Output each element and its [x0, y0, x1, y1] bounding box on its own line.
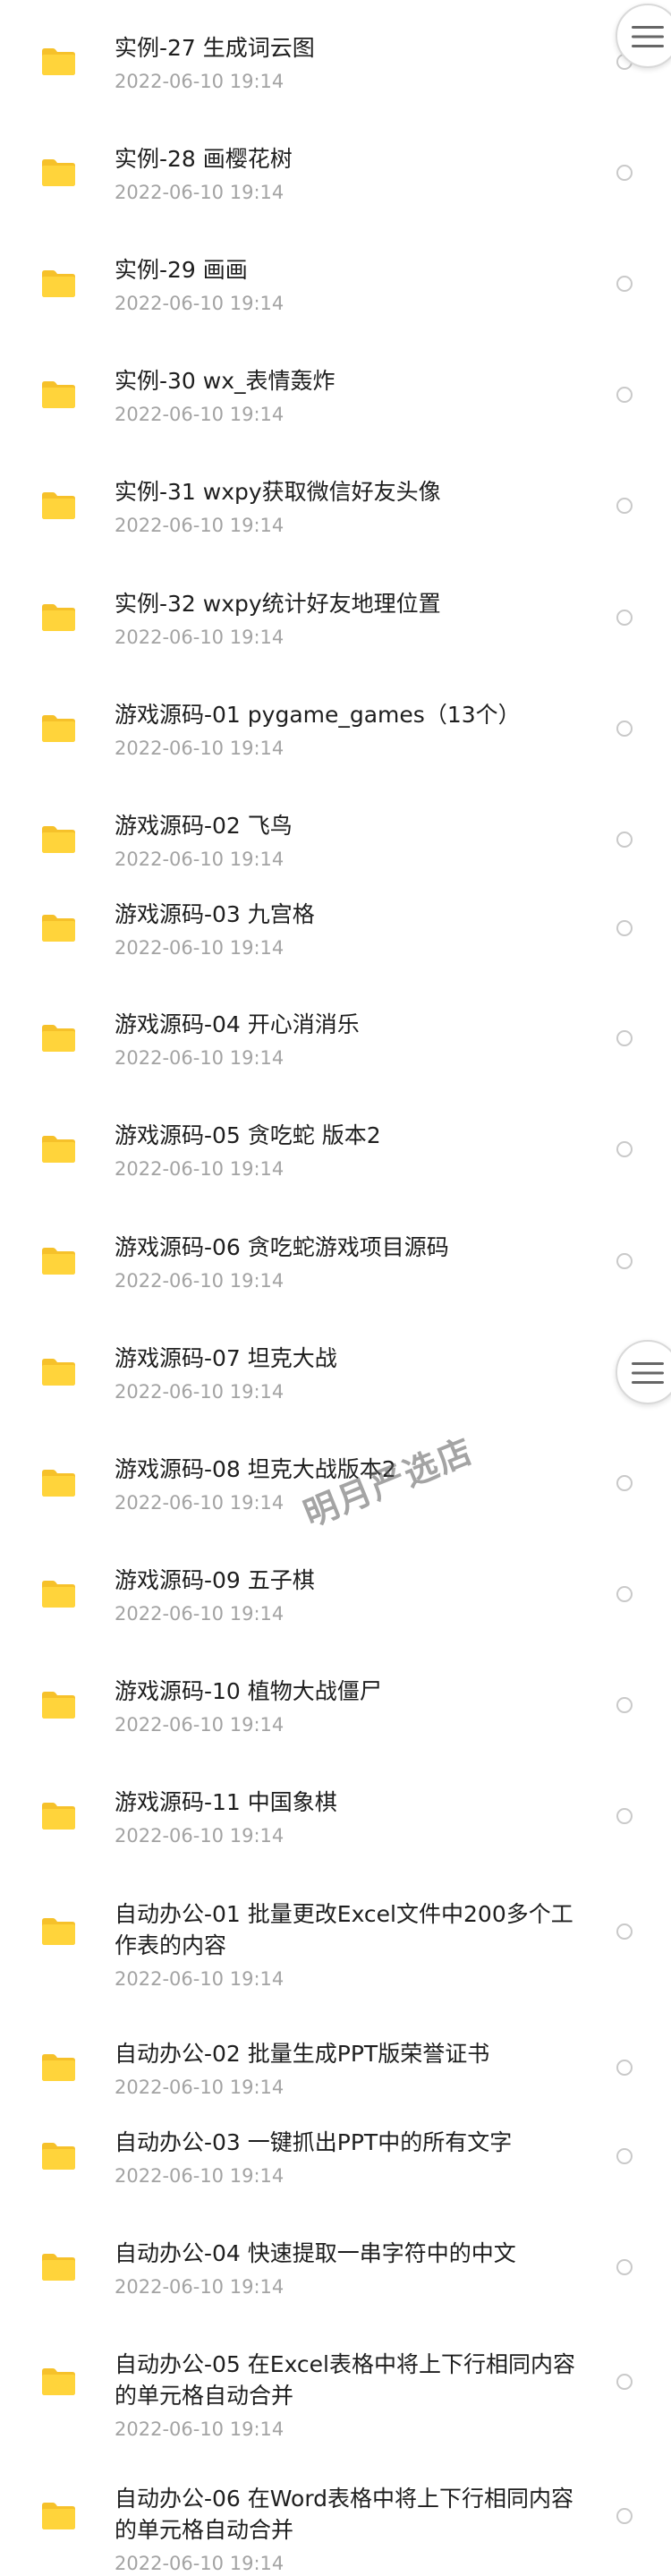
file-name: 游戏源码-02 飞鸟	[115, 813, 293, 839]
folder-icon	[42, 1692, 75, 1719]
folder-icon	[42, 1136, 75, 1163]
select-radio[interactable]	[616, 2148, 633, 2164]
folder-icon	[42, 1803, 75, 1830]
select-radio[interactable]	[616, 1808, 633, 1824]
file-date: 2022-06-10 19:14	[115, 849, 285, 870]
file-date: 2022-06-10 19:14	[115, 2165, 285, 2187]
file-name: 游戏源码-10 植物大战僵尸	[115, 1678, 382, 1704]
select-radio[interactable]	[616, 387, 633, 403]
file-date: 2022-06-10 19:14	[115, 1158, 285, 1180]
file-name: 游戏源码-05 贪吃蛇 版本2	[115, 1122, 381, 1148]
folder-icon	[42, 1581, 75, 1608]
file-name: 游戏源码-03 九宫格	[115, 901, 315, 927]
folder-icon	[42, 604, 75, 631]
file-name: 游戏源码-07 坦克大战	[115, 1345, 337, 1371]
file-date: 2022-06-10 19:14	[115, 627, 285, 648]
file-date: 2022-06-10 19:14	[115, 1968, 285, 1990]
folder-icon	[42, 159, 75, 186]
file-date: 2022-06-10 19:14	[115, 937, 285, 959]
folder-icon	[42, 2254, 75, 2281]
file-date: 2022-06-10 19:14	[115, 2276, 285, 2298]
file-date: 2022-06-10 19:14	[115, 738, 285, 759]
file-date: 2022-06-10 19:14	[115, 2077, 285, 2098]
file-name: 自动办公-01 批量更改Excel文件中200多个工作表的内容	[115, 1901, 573, 1958]
menu-icon	[632, 26, 664, 47]
select-radio[interactable]	[616, 276, 633, 292]
folder-icon	[42, 1025, 75, 1052]
file-date: 2022-06-10 19:14	[115, 1047, 285, 1069]
select-radio[interactable]	[616, 2508, 633, 2524]
folder-icon	[42, 1470, 75, 1497]
folder-icon	[42, 2143, 75, 2170]
file-name: 游戏源码-06 贪吃蛇游戏项目源码	[115, 1234, 449, 1260]
file-date: 2022-06-10 19:14	[115, 293, 285, 314]
file-name: 实例-31 wxpy获取微信好友头像	[115, 479, 441, 505]
file-date: 2022-06-10 19:14	[115, 182, 285, 203]
folder-icon	[42, 492, 75, 519]
file-date: 2022-06-10 19:14	[115, 1603, 285, 1625]
menu-button[interactable]	[616, 4, 671, 68]
file-name: 游戏源码-04 开心消消乐	[115, 1011, 360, 1037]
folder-icon	[42, 1918, 75, 1945]
file-date: 2022-06-10 19:14	[115, 1714, 285, 1736]
select-radio[interactable]	[616, 165, 633, 181]
select-radio[interactable]	[616, 2374, 633, 2390]
folder-icon	[42, 2054, 75, 2081]
file-name: 自动办公-03 一键抓出PPT中的所有文字	[115, 2129, 513, 2155]
file-name: 游戏源码-11 中国象棋	[115, 1789, 337, 1815]
file-name: 实例-28 画樱花树	[115, 146, 293, 172]
select-radio[interactable]	[616, 1253, 633, 1269]
folder-icon	[42, 1248, 75, 1275]
folder-icon	[42, 915, 75, 942]
file-date: 2022-06-10 19:14	[115, 2418, 285, 2440]
file-date: 2022-06-10 19:14	[115, 1270, 285, 1292]
folder-icon	[42, 270, 75, 297]
select-radio[interactable]	[616, 2259, 633, 2275]
file-date: 2022-06-10 19:14	[115, 2553, 285, 2574]
file-name: 游戏源码-09 五子棋	[115, 1567, 315, 1593]
select-radio[interactable]	[616, 832, 633, 848]
select-radio[interactable]	[616, 1923, 633, 1940]
select-radio[interactable]	[616, 2060, 633, 2076]
file-name: 自动办公-06 在Word表格中将上下行相同内容的单元格自动合并	[115, 2486, 574, 2543]
file-name: 自动办公-05 在Excel表格中将上下行相同内容的单元格自动合并	[115, 2351, 576, 2409]
select-radio[interactable]	[616, 1475, 633, 1491]
select-radio[interactable]	[616, 1141, 633, 1157]
file-date: 2022-06-10 19:14	[115, 1825, 285, 1847]
file-name: 自动办公-02 批量生成PPT版荣誉证书	[115, 2041, 490, 2067]
folder-icon	[42, 48, 75, 75]
select-radio[interactable]	[616, 920, 633, 936]
file-name: 自动办公-04 快速提取一串字符中的中文	[115, 2240, 516, 2266]
watermark: 明月严选店	[298, 1430, 480, 1535]
menu-button[interactable]	[616, 1340, 671, 1404]
select-radio[interactable]	[616, 498, 633, 514]
menu-icon	[632, 1362, 664, 1384]
file-date: 2022-06-10 19:14	[115, 1492, 285, 1514]
folder-icon	[42, 715, 75, 742]
file-date: 2022-06-10 19:14	[115, 404, 285, 425]
select-radio[interactable]	[616, 1586, 633, 1602]
folder-icon	[42, 2368, 75, 2395]
file-date: 2022-06-10 19:14	[115, 515, 285, 536]
select-radio[interactable]	[616, 1030, 633, 1046]
folder-icon	[42, 826, 75, 853]
file-name: 实例-29 画画	[115, 257, 248, 283]
file-date: 2022-06-10 19:14	[115, 71, 285, 92]
select-radio[interactable]	[616, 1697, 633, 1713]
file-name: 实例-30 wx_表情轰炸	[115, 368, 336, 394]
file-name: 实例-32 wxpy统计好友地理位置	[115, 591, 441, 617]
file-date: 2022-06-10 19:14	[115, 1381, 285, 1403]
folder-icon	[42, 2503, 75, 2529]
folder-icon	[42, 1359, 75, 1386]
select-radio[interactable]	[616, 610, 633, 626]
select-radio[interactable]	[616, 721, 633, 737]
file-name: 实例-27 生成词云图	[115, 35, 315, 61]
folder-icon	[42, 381, 75, 408]
file-name: 游戏源码-01 pygame_games（13个）	[115, 702, 521, 728]
